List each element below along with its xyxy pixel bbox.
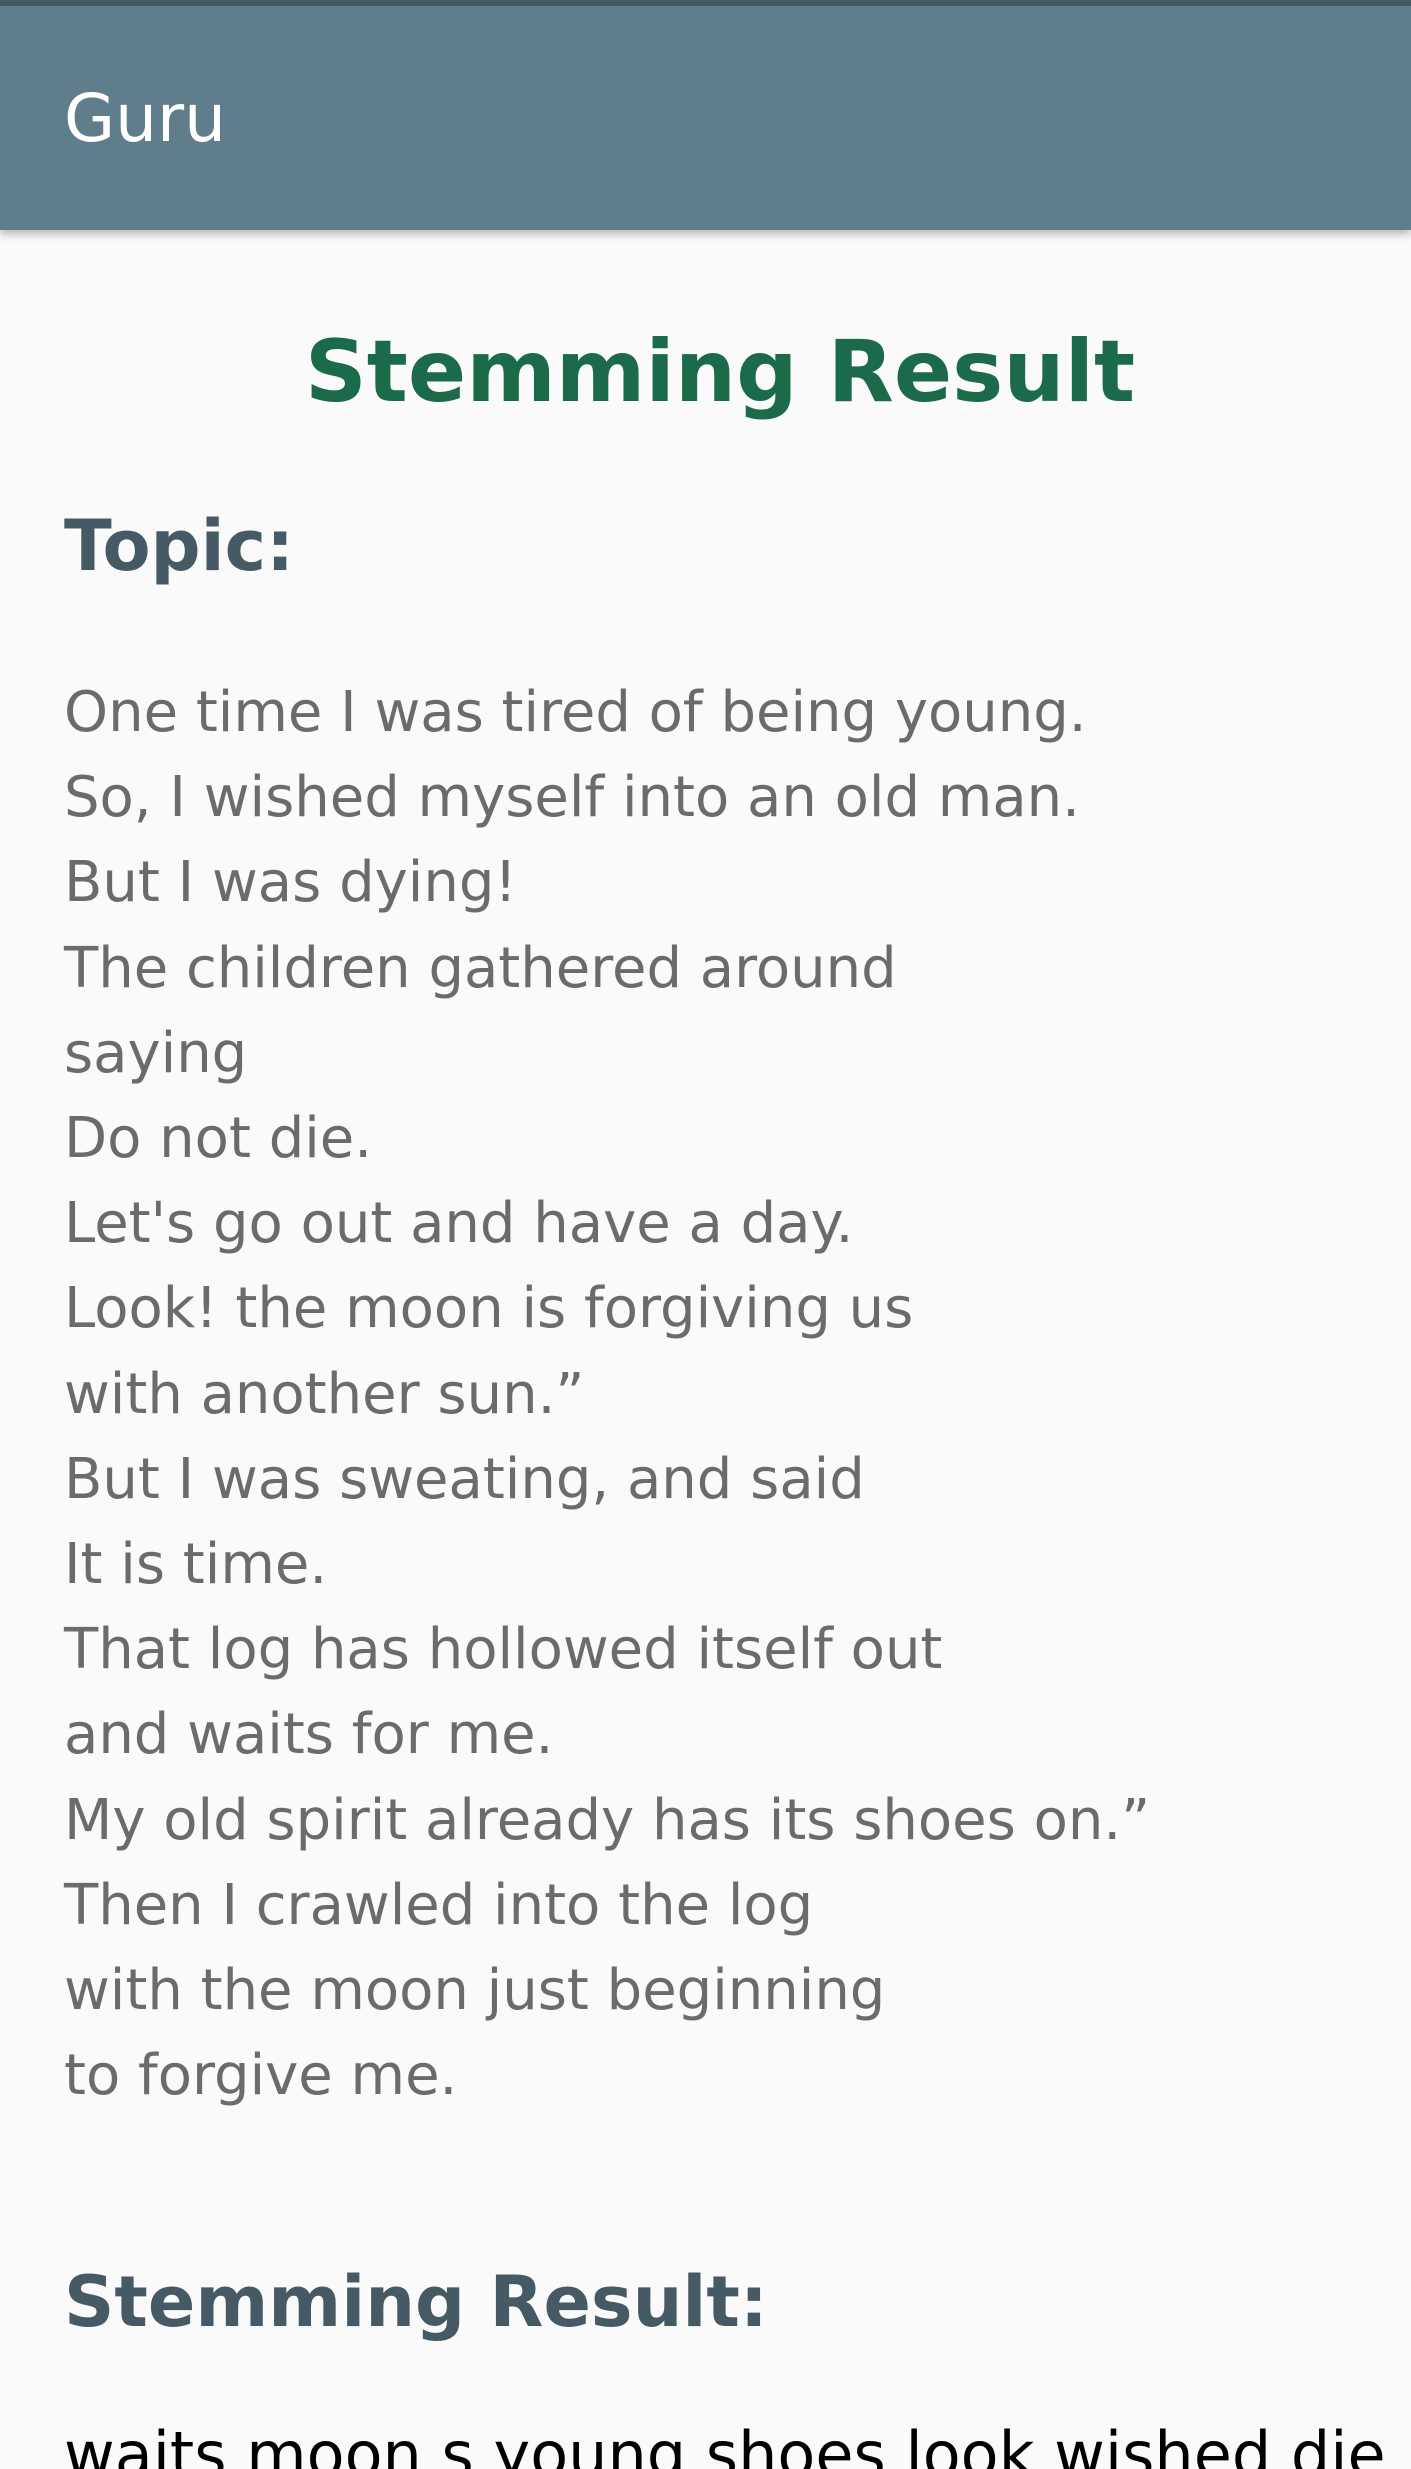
topic-line: One time I was tired of being young. <box>64 680 1087 745</box>
topic-line: But I was dying! <box>64 850 517 916</box>
topic-line: But I was sweating, and said <box>64 1446 865 1512</box>
topic-line: to forgive me. <box>64 2043 458 2109</box>
topic-line: saying <box>64 1020 248 1086</box>
stemming-result-text: waits moon s young shoes look wished die <box>64 2418 1386 2469</box>
stemming-result-label: Stemming Result: <box>64 2261 768 2343</box>
app-title: Guru <box>64 80 226 157</box>
content-area[interactable]: Stemming Result Topic: One time I was ti… <box>0 230 1411 2469</box>
topic-line: Look! the moon is forgiving us <box>64 1276 914 1342</box>
topic-line: and waits for me. <box>64 1702 554 1768</box>
topic-line: So, I wished myself into an old man. <box>64 765 1080 831</box>
topic-line: Let's go out and have a day. <box>64 1191 854 1257</box>
topic-line: That log has hollowed itself out <box>64 1617 943 1683</box>
topic-line: with another sun.” <box>64 1361 585 1427</box>
topic-line: Do not die. <box>64 1106 373 1172</box>
topic-line: It is time. <box>64 1532 328 1598</box>
topic-line: The children gathered around <box>64 935 897 1001</box>
topic-line: with the moon just beginning <box>64 1958 886 2024</box>
topic-text: One time I was tired of being young. So,… <box>64 670 1384 2118</box>
topic-label: Topic: <box>64 505 295 587</box>
page-title: Stemming Result <box>304 322 1136 422</box>
app-bar: Guru <box>0 6 1411 230</box>
topic-line: My old spirit already has its shoes on.” <box>64 1787 1151 1853</box>
topic-line: Then I crawled into the log <box>64 1872 814 1938</box>
